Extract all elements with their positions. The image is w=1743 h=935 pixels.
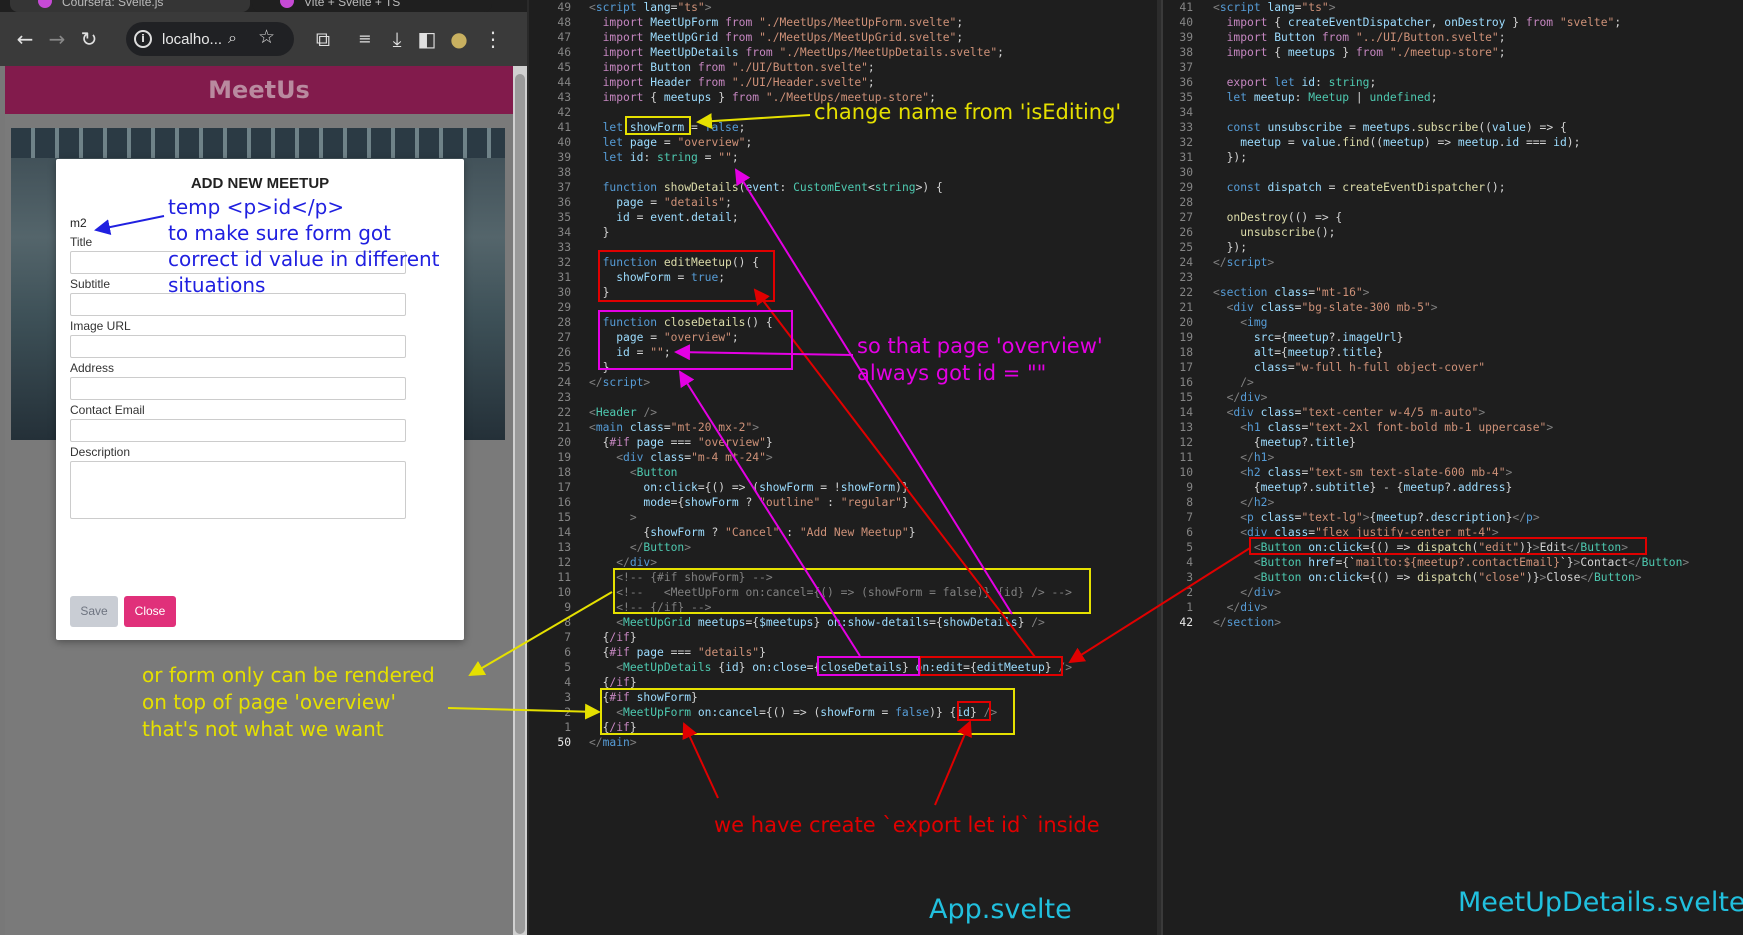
download-icon[interactable]: ⤓ (384, 26, 410, 52)
description-label: Description (70, 445, 131, 459)
star-icon[interactable]: ☆ (258, 26, 275, 48)
annotation-line: always got id = "" (857, 361, 1047, 385)
sidepanel-icon[interactable]: ◧ (414, 26, 440, 52)
annotation-line: so that page 'overview' (857, 334, 1103, 358)
annotation-line: situations (168, 273, 266, 297)
close-button[interactable]: Close (124, 596, 176, 627)
address-bar[interactable]: i localho... ⌕ ☆ (126, 22, 294, 56)
profile-icon[interactable]: ● (446, 26, 472, 52)
subtitle-label: Subtitle (70, 277, 111, 291)
arrow-right-icon[interactable]: → (44, 26, 70, 52)
tab-favicon-icon (280, 0, 294, 8)
image-url-field[interactable] (70, 335, 406, 358)
arrow-left-icon[interactable]: ← (12, 26, 38, 52)
annotation-line: that's not what we want (142, 717, 384, 741)
filename-label-app: App.svelte (929, 894, 1072, 925)
title-label: Title (70, 235, 93, 249)
annotation-export-id: we have create `export let id` inside (714, 813, 1100, 837)
address-field[interactable] (70, 377, 406, 400)
annotation-line: on top of page 'overview' (142, 690, 396, 714)
annotation-always-id: so that page 'overview' always got id = … (857, 333, 1103, 387)
zoom-icon[interactable]: ⌕ (228, 28, 237, 48)
annotation-line: or form only can be rendered (142, 663, 435, 687)
kebab-menu-icon[interactable]: ⋮ (480, 26, 506, 52)
tab-coursera[interactable]: Coursera: Svelte.js (10, 0, 250, 12)
filename-label-details: MeetUpDetails.svelte (1458, 887, 1743, 918)
image-url-label: Image URL (70, 319, 131, 333)
app-header: MeetUs (5, 66, 513, 114)
scrollbar-thumb[interactable] (515, 74, 525, 934)
description-field[interactable] (70, 461, 406, 519)
annotation-line: temp <p>id</p> (168, 195, 345, 219)
annotation-rename: change name from 'isEditing' (814, 100, 1122, 124)
annotation-line: correct id value in different (168, 247, 440, 271)
reload-icon[interactable]: ↻ (76, 26, 102, 52)
annotation-overview-only: or form only can be rendered on top of p… (142, 662, 435, 743)
annotation-temp-id: temp <p>id</p> to make sure form got cor… (168, 194, 440, 298)
tab-label: Coursera: Svelte.js (62, 0, 164, 9)
site-info-icon[interactable]: i (134, 30, 152, 48)
modal-title: ADD NEW MEETUP (190, 175, 330, 192)
reading-list-icon[interactable]: ≡ (352, 26, 378, 52)
code-editor-app-svelte[interactable]: 49 <script lang="ts"> 48 import MeetUpFor… (527, 0, 1159, 935)
app-title: MeetUs (208, 76, 310, 104)
temp-id-text: m2 (70, 216, 87, 230)
tab-vite-svelte[interactable]: Vite + Svelte + TS (252, 0, 492, 12)
tab-favicon-icon (38, 0, 52, 8)
tab-bar: Coursera: Svelte.js Vite + Svelte + TS (0, 0, 527, 12)
code-editor-meetupdetails-svelte[interactable]: 41 <script lang="ts"> 40 import { createE… (1161, 0, 1743, 935)
tab-label: Vite + Svelte + TS (304, 0, 401, 9)
extensions-icon[interactable]: ⧉ (310, 26, 336, 52)
save-button[interactable]: Save (70, 596, 118, 627)
url-text[interactable]: localho... (162, 31, 222, 48)
browser-toolbar: ← → ↻ i localho... ⌕ ☆ ⧉ ≡ ⤓ ◧ ● ⋮ (0, 12, 527, 66)
contact-email-field[interactable] (70, 419, 406, 442)
address-label: Address (70, 361, 115, 375)
browser-window: Coursera: Svelte.js Vite + Svelte + TS ←… (0, 0, 527, 935)
annotation-line: to make sure form got (168, 221, 392, 245)
contact-email-label: Contact Email (70, 403, 145, 417)
